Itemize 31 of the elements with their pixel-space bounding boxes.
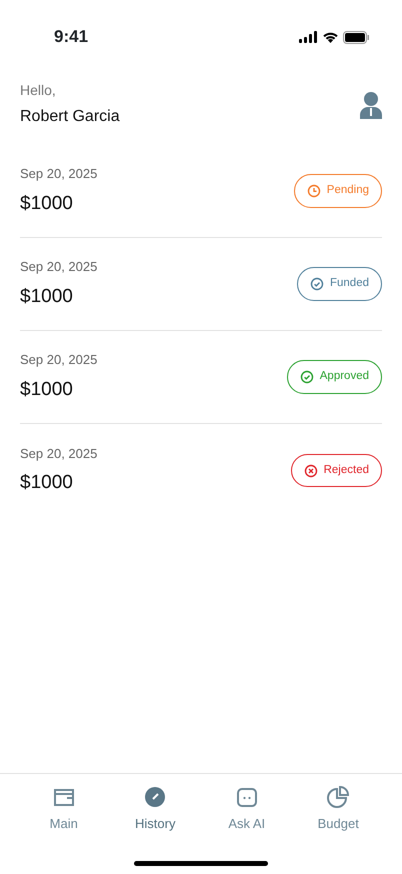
greeting-text: Hello, bbox=[20, 81, 57, 100]
request-amount: $1000 bbox=[20, 192, 74, 216]
status-badge: Funded bbox=[296, 267, 382, 301]
wallet-icon bbox=[52, 786, 75, 808]
gauge-icon bbox=[144, 786, 166, 808]
battery-icon bbox=[343, 30, 370, 44]
signal-icon bbox=[299, 31, 318, 43]
wifi-icon bbox=[322, 31, 339, 43]
check-circle-icon bbox=[310, 277, 324, 291]
chat-icon bbox=[236, 786, 258, 808]
check-circle-icon bbox=[300, 370, 314, 384]
cross-circle-icon bbox=[304, 464, 318, 478]
request-amount: $1000 bbox=[20, 378, 74, 402]
tab[interactable]: History bbox=[120, 786, 190, 834]
tab[interactable]: Main bbox=[28, 786, 99, 834]
request-date: Sep 20, 2025 bbox=[20, 165, 98, 183]
clock-icon bbox=[306, 184, 321, 198]
user-avatar-icon[interactable] bbox=[360, 90, 382, 118]
request-amount: $1000 bbox=[20, 284, 74, 308]
request-date: Sep 20, 2025 bbox=[20, 351, 98, 369]
status-badge: Pending bbox=[294, 174, 382, 208]
request-date: Sep 20, 2025 bbox=[20, 258, 98, 276]
status-badge: Approved bbox=[286, 360, 382, 394]
tab[interactable]: Budget bbox=[303, 786, 374, 834]
status-time: 9:41 bbox=[54, 26, 88, 48]
user-name: Robert Garcia bbox=[20, 107, 120, 127]
pie-chart-icon bbox=[327, 786, 350, 808]
request-amount: $1000 bbox=[20, 471, 74, 495]
request-date: Sep 20, 2025 bbox=[20, 444, 98, 463]
tab[interactable]: Ask AI bbox=[212, 786, 282, 834]
status-badge: Rejected bbox=[290, 454, 382, 488]
